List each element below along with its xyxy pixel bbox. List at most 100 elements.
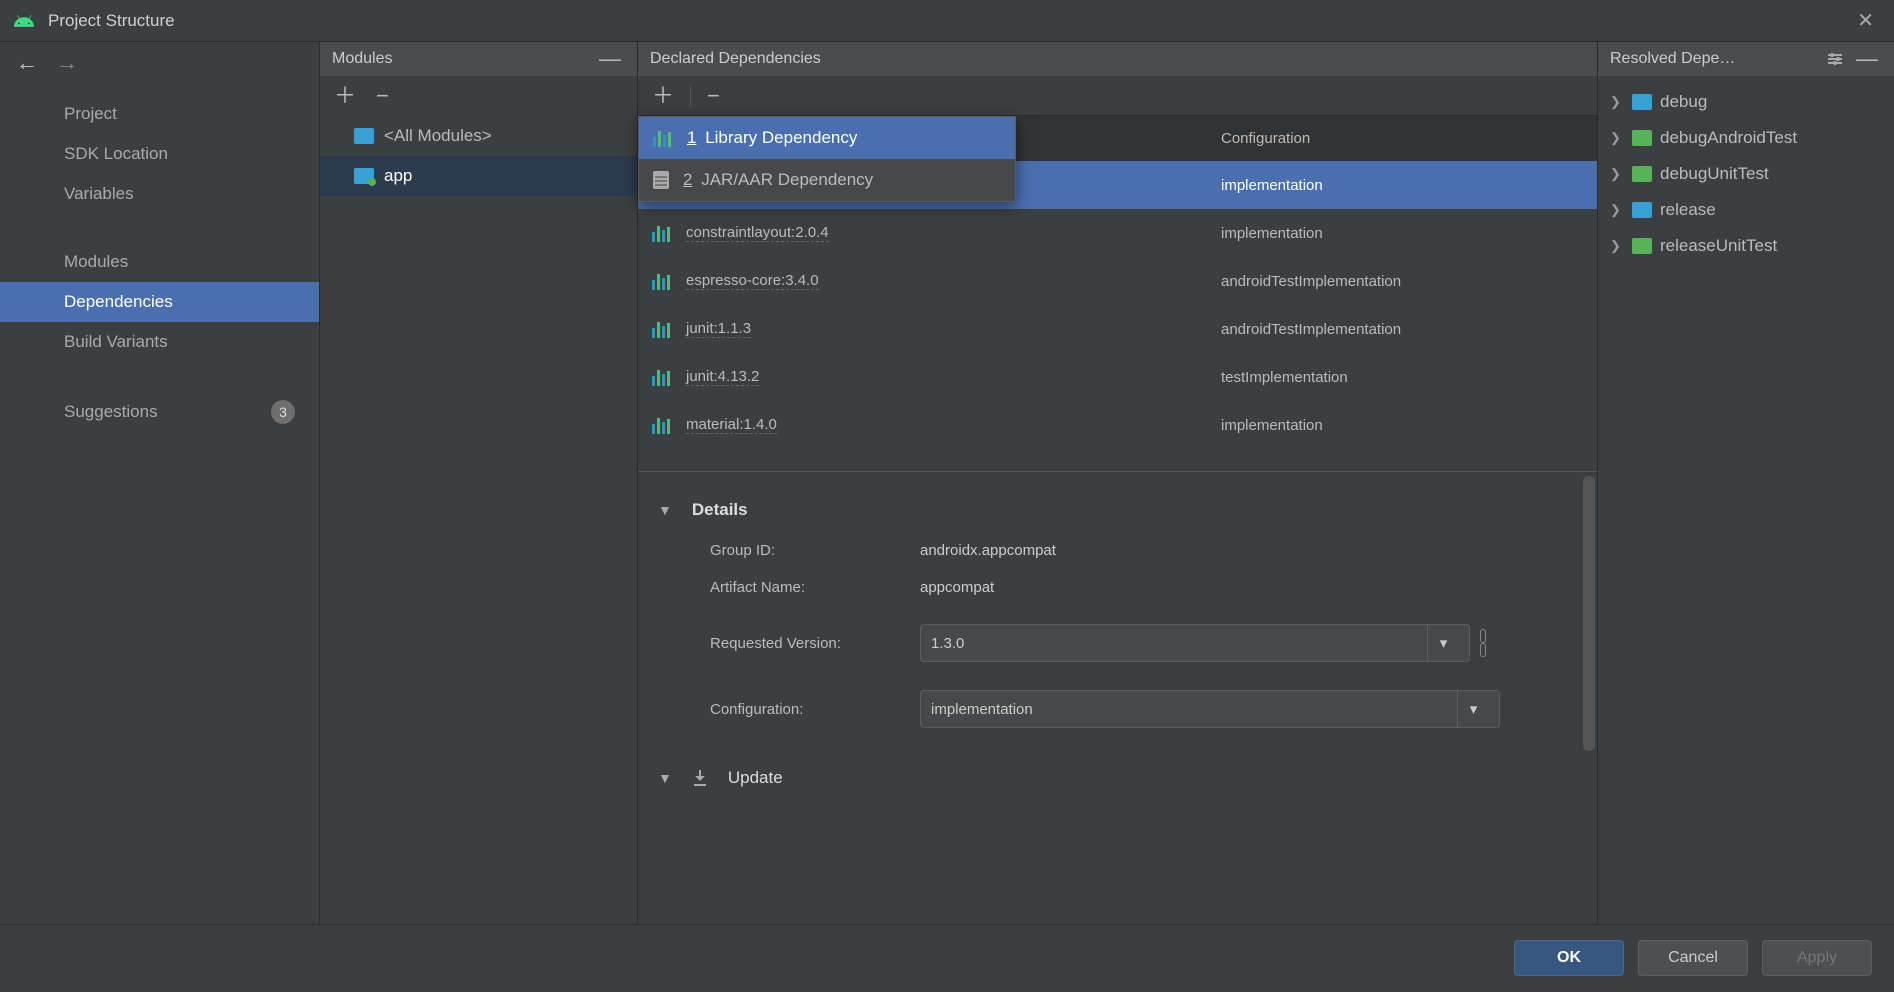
tree-label: release (1660, 200, 1716, 220)
module-app[interactable]: app (320, 156, 637, 196)
dep-config: testImplementation (1207, 369, 1597, 386)
dep-config: implementation (1207, 225, 1597, 242)
menu-num-1: 1 (687, 128, 696, 147)
tree-release[interactable]: ❯ release (1606, 192, 1886, 228)
jar-icon (653, 171, 669, 189)
chevron-right-icon: ❯ (1610, 238, 1624, 254)
artifact-label: Artifact Name: (710, 579, 920, 596)
minimize-icon[interactable]: — (595, 48, 625, 70)
nav-sidebar: ← → Project SDK Location Variables Modul… (0, 42, 320, 924)
modules-folder-icon (354, 128, 374, 144)
config-combo[interactable]: implementation ▾ (920, 690, 1500, 728)
forward-arrow-icon: → (56, 50, 78, 76)
menu-jar-label: JAR/AAR Dependency (701, 170, 873, 189)
dep-config: implementation (1207, 417, 1597, 434)
dep-row-material[interactable]: material:1.4.0 implementation (638, 401, 1597, 449)
nav-variables[interactable]: Variables (0, 174, 319, 214)
modules-panel: Modules — ＋ − <All Modules> app (320, 42, 638, 924)
config-label: Configuration: (710, 701, 920, 718)
details-heading: Details (692, 500, 748, 520)
artifact-value: appcompat (920, 579, 994, 596)
nav-project[interactable]: Project (0, 94, 319, 134)
module-all-label: <All Modules> (384, 126, 492, 146)
module-all[interactable]: <All Modules> (320, 116, 637, 156)
dep-name: material:1.4.0 (686, 416, 777, 434)
tree-label: debugUnitTest (1660, 164, 1769, 184)
titlebar: Project Structure ✕ (0, 0, 1894, 42)
declared-dependencies-panel: Declared Dependencies ＋ − 1 Library Depe… (638, 42, 1598, 924)
dep-row-constraintlayout[interactable]: constraintlayout:2.0.4 implementation (638, 209, 1597, 257)
chevron-down-icon[interactable]: ▼ (658, 770, 672, 786)
dependency-list: appcompat:1.3.0 implementation constrain… (638, 161, 1597, 449)
details-scrollbar[interactable] (1583, 476, 1595, 751)
dep-config-header: Configuration (1207, 116, 1597, 161)
remove-dependency-button[interactable]: − (703, 85, 724, 107)
tree-debugUnitTest[interactable]: ❯debugUnitTest (1606, 156, 1886, 192)
tree-label: debugAndroidTest (1660, 128, 1797, 148)
menu-library-label: Library Dependency (705, 128, 857, 147)
chevron-right-icon: ❯ (1610, 94, 1624, 110)
declared-header: Declared Dependencies (650, 50, 821, 68)
add-module-button[interactable]: ＋ (330, 85, 360, 107)
library-icon (652, 368, 672, 386)
android-icon (12, 9, 36, 33)
library-icon (652, 320, 672, 338)
settings-icon[interactable] (1828, 54, 1842, 64)
version-label: Requested Version: (710, 635, 920, 652)
update-heading: Update (728, 768, 783, 788)
tree-debug[interactable]: ❯ debug (1606, 84, 1886, 120)
tree-label: debug (1660, 92, 1707, 112)
minimize-icon[interactable]: — (1852, 48, 1882, 70)
nav-suggestions[interactable]: Suggestions 3 (0, 390, 319, 434)
library-icon (653, 129, 673, 147)
window-title: Project Structure (48, 11, 175, 31)
dep-config: androidTestImplementation (1207, 321, 1597, 338)
chevron-right-icon: ❯ (1610, 202, 1624, 218)
apply-button: Apply (1762, 940, 1872, 976)
nav-sdk-location[interactable]: SDK Location (0, 134, 319, 174)
add-dependency-button[interactable]: ＋ (648, 85, 678, 107)
ok-button[interactable]: OK (1514, 940, 1624, 976)
tree-debugAndroidTest[interactable]: ❯ debugAndroidTest (1606, 120, 1886, 156)
dep-row-junit[interactable]: junit:4.13.2 testImplementation (638, 353, 1597, 401)
folder-icon (1632, 238, 1652, 254)
version-combo[interactable]: 1.3.0 ▾ (920, 624, 1470, 662)
version-stepper-icon[interactable] (1478, 629, 1488, 657)
tree-releaseUnitTest[interactable]: ❯ releaseUnitTest (1606, 228, 1886, 264)
dep-config: androidTestImplementation (1207, 273, 1597, 290)
menu-library-dependency[interactable]: 1 Library Dependency (639, 117, 1015, 159)
dep-name: junit:1.1.3 (686, 320, 751, 338)
folder-icon (1632, 202, 1652, 218)
remove-module-button[interactable]: − (372, 85, 393, 107)
dep-config-appcompat: implementation (1207, 177, 1597, 194)
chevron-down-icon[interactable]: ▾ (1427, 625, 1459, 661)
cancel-button[interactable]: Cancel (1638, 940, 1748, 976)
details-pane: ▼ Details Group ID: androidx.appcompat A… (638, 471, 1597, 806)
dep-name: constraintlayout:2.0.4 (686, 224, 829, 242)
nav-dependencies[interactable]: Dependencies (0, 282, 319, 322)
chevron-down-icon[interactable]: ▼ (658, 502, 672, 518)
chevron-down-icon[interactable]: ▾ (1457, 691, 1489, 727)
dialog-footer: OK Cancel Apply (0, 924, 1894, 990)
suggestions-badge: 3 (271, 400, 295, 424)
resolved-tree: ❯debug ❯debugAndroidTest ❯debugUnitTest … (1598, 76, 1894, 272)
back-arrow-icon[interactable]: ← (16, 50, 38, 76)
library-icon (652, 224, 672, 242)
group-id-label: Group ID: (710, 542, 920, 559)
chevron-right-icon: ❯ (1610, 130, 1624, 146)
close-icon[interactable]: ✕ (1849, 4, 1882, 37)
add-dependency-menu: 1 Library Dependency 2 JAR/AAR Dependenc… (638, 116, 1016, 202)
library-icon (652, 416, 672, 434)
tree-label: releaseUnitTest (1660, 236, 1777, 256)
nav-modules[interactable]: Modules (0, 242, 319, 282)
version-value: 1.3.0 (931, 635, 1427, 652)
nav-suggestions-label: Suggestions (64, 402, 158, 422)
dep-name: junit:4.13.2 (686, 368, 759, 386)
menu-jar-dependency[interactable]: 2 JAR/AAR Dependency (639, 159, 1015, 201)
nav-build-variants[interactable]: Build Variants (0, 322, 319, 362)
module-app-icon (354, 168, 374, 184)
resolved-header: Resolved Depe… (1610, 50, 1735, 68)
dep-row-junit-androidx[interactable]: junit:1.1.3 androidTestImplementation (638, 305, 1597, 353)
dep-row-espresso[interactable]: espresso-core:3.4.0 androidTestImplement… (638, 257, 1597, 305)
resolved-dependencies-panel: Resolved Depe… — ❯ debug ❯ debugAndroidTes… (1598, 42, 1894, 924)
